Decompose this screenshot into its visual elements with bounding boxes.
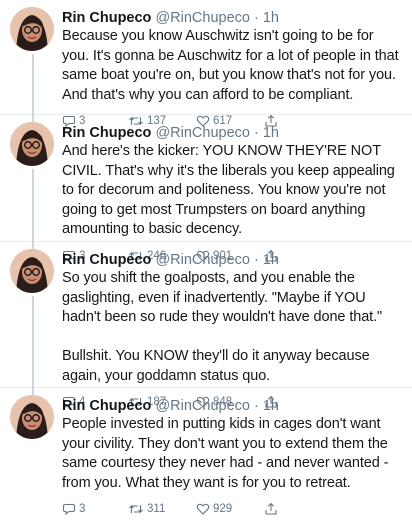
handle[interactable]: @RinChupeco (155, 10, 250, 26)
tweet[interactable]: Rin Chupeco @RinChupeco · 1h So you shif… (0, 242, 412, 409)
share-icon (265, 502, 277, 515)
tweet-header: Rin Chupeco @RinChupeco · 1h (62, 251, 400, 269)
retweet-button[interactable]: 311 (128, 502, 196, 516)
tweet-text: And here's the kicker: YOU KNOW THEY'RE … (62, 143, 399, 237)
display-name[interactable]: Rin Chupeco (62, 252, 151, 268)
tweet-header: Rin Chupeco @RinChupeco · 1h (62, 9, 400, 27)
thread-line (32, 296, 34, 388)
tweet-header: Rin Chupeco @RinChupeco · 1h (62, 124, 400, 142)
timestamp[interactable]: · 1h (254, 125, 279, 141)
thread-line (32, 242, 34, 249)
handle[interactable]: @RinChupeco (155, 398, 250, 414)
retweet-count: 311 (147, 503, 166, 515)
timestamp[interactable]: · 1h (254, 10, 279, 26)
handle[interactable]: @RinChupeco (155, 125, 250, 141)
tweet-text: So you shift the goalposts, and you enab… (62, 270, 383, 384)
timestamp[interactable]: · 1h (254, 398, 279, 414)
avatar[interactable] (10, 395, 54, 439)
avatar[interactable] (10, 7, 54, 51)
thread-line (32, 54, 34, 115)
display-name[interactable]: Rin Chupeco (62, 10, 151, 26)
tweet-text: Because you know Auschwitz isn't going t… (62, 28, 403, 103)
tweet[interactable]: Rin Chupeco @RinChupeco · 1h And here's … (0, 115, 412, 262)
timestamp[interactable]: · 1h (254, 252, 279, 268)
thread-line (32, 169, 34, 242)
reply-button[interactable]: 3 (62, 502, 128, 516)
thread-line (32, 115, 34, 122)
heart-icon (196, 503, 210, 515)
reply-icon (62, 503, 76, 516)
like-button[interactable]: 929 (196, 502, 264, 516)
display-name[interactable]: Rin Chupeco (62, 125, 151, 141)
share-button[interactable] (264, 502, 278, 516)
tweet[interactable]: Rin Chupeco @RinChupeco · 1h People inve… (0, 388, 412, 516)
like-count: 929 (213, 503, 233, 515)
retweet-icon (129, 504, 143, 514)
thread-line (32, 388, 34, 395)
tweet-header: Rin Chupeco @RinChupeco · 1h (62, 397, 400, 415)
display-name[interactable]: Rin Chupeco (62, 398, 151, 414)
reply-count: 3 (79, 503, 86, 515)
avatar[interactable] (10, 249, 54, 293)
handle[interactable]: @RinChupeco (155, 252, 250, 268)
avatar[interactable] (10, 122, 54, 166)
tweet-text: People invested in putting kids in cages… (62, 416, 393, 491)
tweet[interactable]: Rin Chupeco @RinChupeco · 1h Because you… (0, 0, 412, 128)
